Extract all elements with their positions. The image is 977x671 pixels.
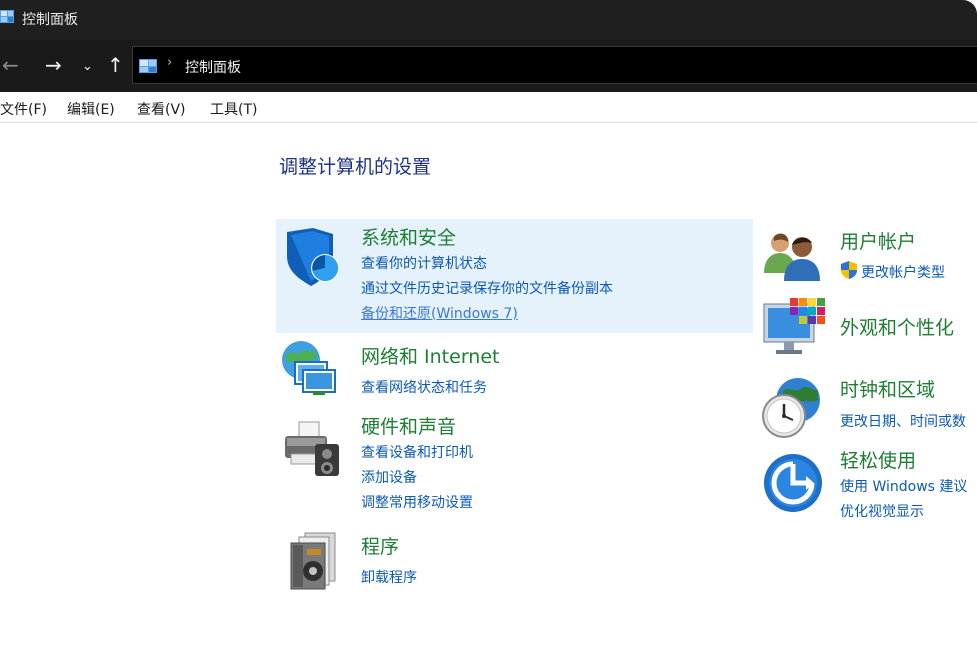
- menu-edit[interactable]: 编辑(E): [67, 99, 115, 119]
- link-windows-suggestions[interactable]: 使用 Windows 建议: [840, 476, 967, 496]
- link-change-date-time[interactable]: 更改日期、时间或数: [840, 411, 966, 431]
- menu-tools[interactable]: 工具(T): [210, 99, 257, 119]
- link-backup-restore[interactable]: 备份和还原(Windows 7): [361, 303, 518, 323]
- category-ease-of-access[interactable]: 轻松使用: [840, 446, 916, 473]
- address-bar[interactable]: › 控制面板: [132, 46, 977, 84]
- user-accounts-icon: [764, 233, 820, 281]
- link-add-device[interactable]: 添加设备: [361, 467, 417, 487]
- link-optimize-visual-display[interactable]: 优化视觉显示: [840, 501, 924, 521]
- category-network-internet[interactable]: 网络和 Internet: [361, 342, 499, 369]
- category-appearance-personalization[interactable]: 外观和个性化: [840, 313, 954, 340]
- control-panel-window: 控制面板 ← → ⌄ ↑ › 控制面板 文件(F) 编辑(E) 查看(V) 工具…: [0, 0, 977, 671]
- back-button[interactable]: ←: [2, 52, 19, 78]
- uac-shield-icon: [841, 261, 857, 279]
- menu-view[interactable]: 查看(V): [137, 99, 186, 119]
- menu-bar: 文件(F) 编辑(E) 查看(V) 工具(T): [0, 92, 977, 123]
- category-user-accounts[interactable]: 用户帐户: [840, 227, 916, 254]
- appearance-personalization-icon: [763, 298, 825, 354]
- control-panel-icon: [0, 10, 14, 23]
- network-globe-icon: [282, 341, 336, 395]
- navigation-bar: ← → ⌄ ↑ › 控制面板: [0, 40, 977, 92]
- link-change-account-type[interactable]: 更改帐户类型: [861, 262, 945, 282]
- breadcrumb-control-panel[interactable]: 控制面板: [185, 57, 241, 77]
- clock-globe-icon: [762, 378, 820, 438]
- printer-icon: [285, 421, 339, 476]
- programs-icon: [290, 532, 336, 590]
- ease-of-access-icon: [764, 454, 822, 512]
- link-view-computer-status[interactable]: 查看你的计算机状态: [361, 253, 487, 273]
- link-uninstall-program[interactable]: 卸载程序: [361, 567, 417, 587]
- title-bar: 控制面板: [0, 0, 977, 40]
- link-file-history-backup[interactable]: 通过文件历史记录保存你的文件备份副本: [361, 278, 613, 298]
- menu-file[interactable]: 文件(F): [0, 99, 47, 119]
- category-hardware-sound[interactable]: 硬件和声音: [361, 412, 456, 439]
- category-clock-region[interactable]: 时钟和区域: [840, 375, 935, 402]
- shield-icon: [287, 228, 339, 286]
- breadcrumb-separator: ›: [167, 55, 173, 70]
- category-programs[interactable]: 程序: [361, 532, 399, 559]
- link-network-status[interactable]: 查看网络状态和任务: [361, 377, 487, 397]
- forward-button[interactable]: →: [45, 52, 62, 78]
- link-mobility-settings[interactable]: 调整常用移动设置: [361, 492, 473, 512]
- category-system-security[interactable]: 系统和安全: [361, 223, 456, 250]
- control-panel-icon: [139, 59, 157, 73]
- page-title: 调整计算机的设置: [279, 156, 432, 178]
- window-title: 控制面板: [22, 12, 78, 28]
- recent-locations-dropdown[interactable]: ⌄: [82, 54, 93, 80]
- up-button[interactable]: ↑: [107, 52, 124, 78]
- link-devices-printers[interactable]: 查看设备和打印机: [361, 442, 473, 462]
